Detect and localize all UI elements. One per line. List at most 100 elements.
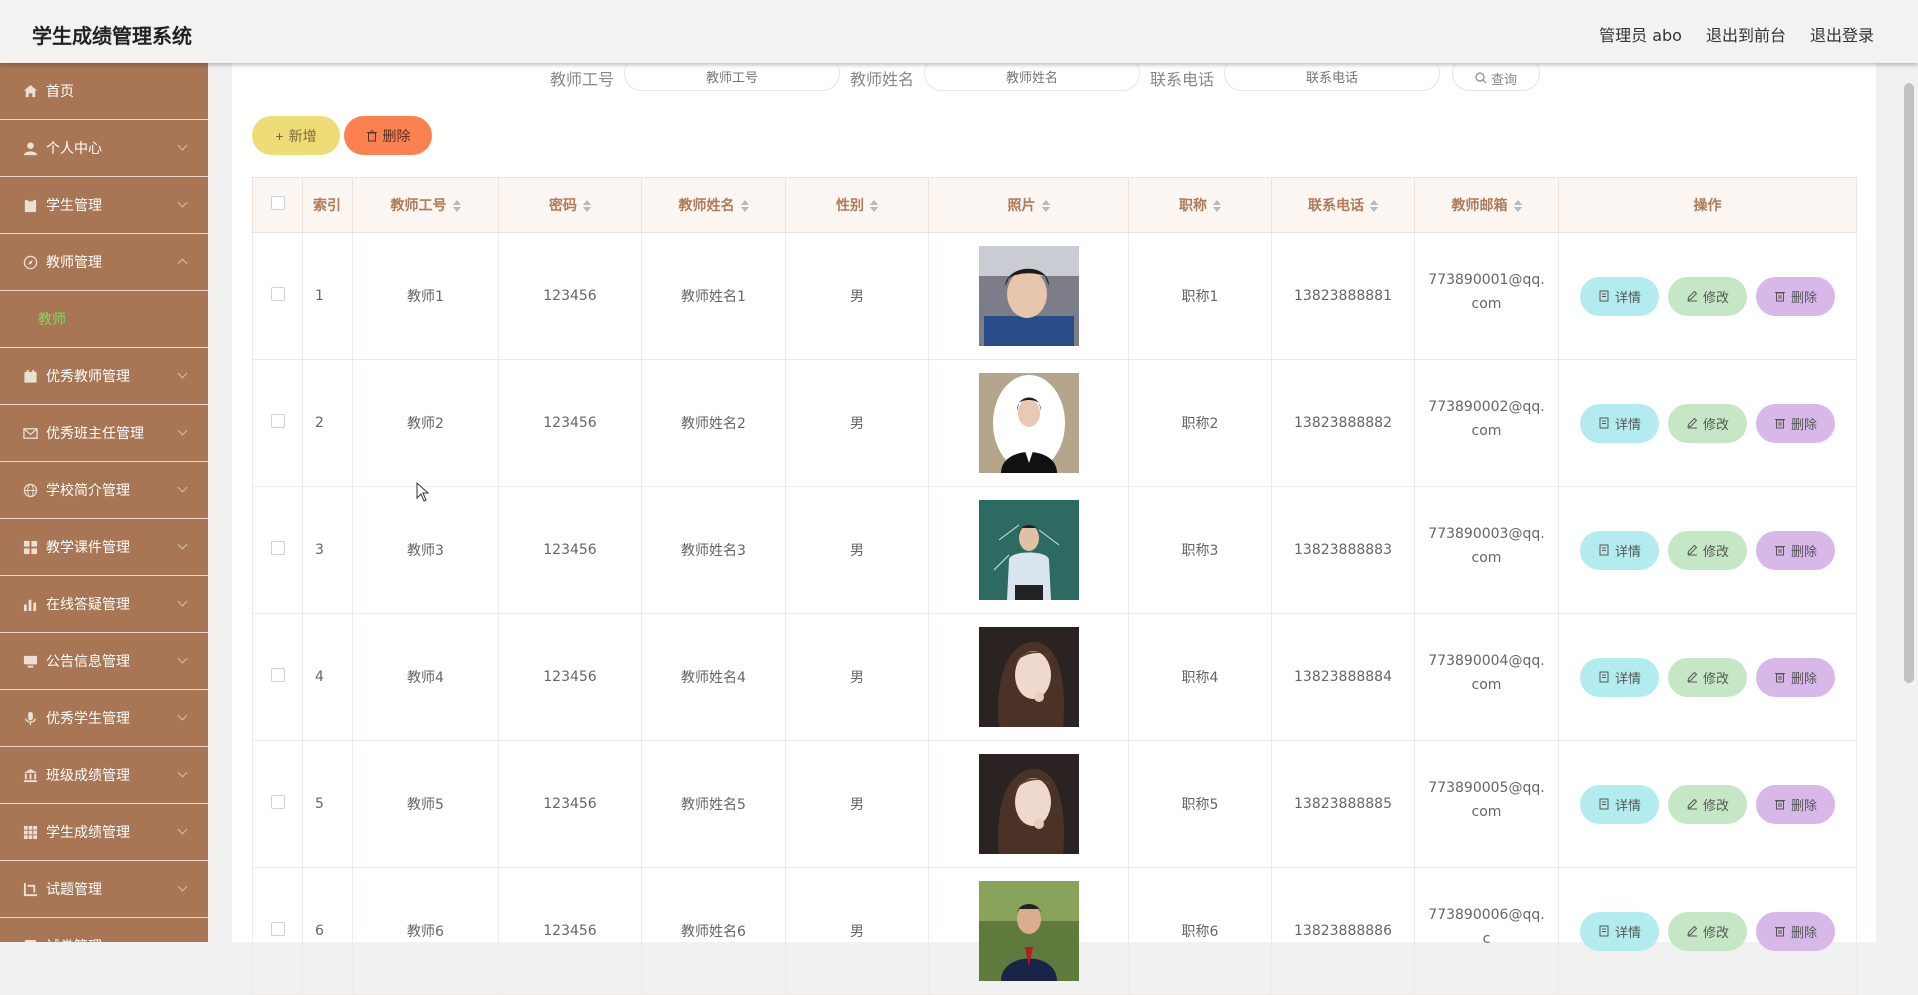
sidebar-item-12[interactable]: 学生成绩管理 xyxy=(0,804,208,861)
edit-button[interactable]: 修改 xyxy=(1668,276,1747,316)
delete-button[interactable]: 删除 xyxy=(1756,276,1835,316)
cell-password: 123456 xyxy=(498,867,642,995)
batch-delete-button[interactable]: 删除 xyxy=(344,116,432,155)
row-select-cell xyxy=(252,613,303,741)
cell-photo xyxy=(928,486,1129,614)
logout-link[interactable]: 退出登录 xyxy=(1810,22,1874,46)
sort-icon[interactable] xyxy=(1370,200,1378,212)
detail-button[interactable]: 详情 xyxy=(1580,911,1659,951)
edit-icon xyxy=(1687,417,1698,429)
sidebar-item-label: 班级成绩管理 xyxy=(46,768,130,784)
sort-icon[interactable] xyxy=(1513,200,1522,212)
table-row: 3 教师3 123456 教师姓名3 男 职称3 13823888883 773890003@… xyxy=(252,486,1857,614)
edit-button[interactable]: 修改 xyxy=(1668,784,1747,824)
edit-button[interactable]: 修改 xyxy=(1668,530,1747,570)
crop-icon xyxy=(22,881,38,897)
column-label: 照片 xyxy=(1007,198,1036,214)
microphone-icon xyxy=(22,710,38,726)
row-checkbox[interactable] xyxy=(270,795,285,809)
back-to-frontend-link[interactable]: 退出到前台 xyxy=(1706,22,1786,46)
column-header-password[interactable]: 密码 xyxy=(498,177,642,233)
cell-operations: 详情 修改 删除 xyxy=(1558,613,1857,741)
column-header-photo[interactable]: 照片 xyxy=(928,177,1129,233)
sidebar-item-label: 公告信息管理 xyxy=(46,654,130,670)
cell-photo xyxy=(928,867,1129,995)
sidebar-item-14[interactable]: 试卷管理 xyxy=(0,918,208,942)
sort-icon[interactable] xyxy=(870,200,878,212)
sidebar-item-2[interactable]: 学生管理 xyxy=(0,177,208,234)
sidebar-item-1[interactable]: 个人中心 xyxy=(0,120,208,177)
row-checkbox[interactable] xyxy=(270,287,285,301)
row-checkbox[interactable] xyxy=(270,541,285,555)
trash-icon xyxy=(1774,292,1785,302)
sidebar-item-3[interactable]: 教师管理 xyxy=(0,234,208,291)
column-header-gender[interactable]: 性别 xyxy=(785,177,929,233)
sidebar-item-5[interactable]: 优秀班主任管理 xyxy=(0,405,208,462)
edit-button[interactable]: 修改 xyxy=(1668,403,1747,443)
cell-email: 773890006@qq.c xyxy=(1414,867,1559,995)
cell-operations: 详情 修改 删除 xyxy=(1558,867,1857,995)
sidebar-item-4[interactable]: 优秀教师管理 xyxy=(0,348,208,405)
sidebar-item-13[interactable]: 试题管理 xyxy=(0,861,208,918)
cell-email: 773890005@qq.com xyxy=(1414,740,1559,868)
sidebar-item-label: 首页 xyxy=(46,84,74,100)
row-checkbox[interactable] xyxy=(270,922,285,936)
sort-icon[interactable] xyxy=(452,200,461,212)
sidebar-item-8[interactable]: 在线答疑管理 xyxy=(0,576,208,633)
delete-button[interactable]: 删除 xyxy=(1756,657,1835,697)
sidebar-item-11[interactable]: 班级成绩管理 xyxy=(0,747,208,804)
cell-operations: 详情 修改 删除 xyxy=(1558,359,1857,487)
sidebar-subitem-teacher[interactable]: 教师 xyxy=(0,291,208,348)
cell-title: 职称5 xyxy=(1128,740,1272,868)
admin-user-link[interactable]: 管理员 abo xyxy=(1599,22,1682,46)
select-all-checkbox[interactable] xyxy=(270,196,285,210)
sidebar-item-9[interactable]: 公告信息管理 xyxy=(0,633,208,690)
column-header-title[interactable]: 职称 xyxy=(1128,177,1272,233)
detail-button[interactable]: 详情 xyxy=(1580,657,1659,697)
column-header-phone[interactable]: 联系电话 xyxy=(1271,177,1415,233)
delete-button[interactable]: 删除 xyxy=(1756,784,1835,824)
row-select-cell xyxy=(252,740,303,868)
sidebar-item-7[interactable]: 教学课件管理 xyxy=(0,519,208,576)
cell-index: 4 xyxy=(302,613,353,741)
detail-button[interactable]: 详情 xyxy=(1580,784,1659,824)
sort-icon[interactable] xyxy=(740,200,749,212)
cell-phone: 13823888884 xyxy=(1271,613,1415,741)
row-checkbox[interactable] xyxy=(270,668,285,682)
column-header-email[interactable]: 教师邮箱 xyxy=(1414,177,1559,233)
detail-button[interactable]: 详情 xyxy=(1580,276,1659,316)
trash-icon xyxy=(1774,800,1785,810)
sidebar-item-10[interactable]: 优秀学生管理 xyxy=(0,690,208,747)
column-header-teacher-name[interactable]: 教师姓名 xyxy=(641,177,786,233)
delete-button[interactable]: 删除 xyxy=(1756,403,1835,443)
sidebar-item-0[interactable]: 首页 xyxy=(0,63,208,120)
detail-button[interactable]: 详情 xyxy=(1580,403,1659,443)
delete-label: 删除 xyxy=(1790,543,1817,559)
delete-button[interactable]: 删除 xyxy=(1756,911,1835,951)
scrollbar-thumb[interactable] xyxy=(1904,83,1914,683)
cell-teacher-name: 教师姓名1 xyxy=(641,232,786,360)
detail-button[interactable]: 详情 xyxy=(1580,530,1659,570)
table-row: 5 教师5 123456 教师姓名5 男 职称5 13823888885 773890005@… xyxy=(252,740,1857,868)
edit-button[interactable]: 修改 xyxy=(1668,657,1747,697)
cell-operations: 详情 修改 删除 xyxy=(1558,232,1857,360)
sort-icon[interactable] xyxy=(1213,200,1221,212)
add-button[interactable]: + 新增 xyxy=(252,116,340,155)
sort-icon[interactable] xyxy=(1041,200,1050,212)
column-header-teacher-id[interactable]: 教师工号 xyxy=(352,177,499,233)
action-buttons: + 新增 删除 xyxy=(252,116,432,155)
bank-icon xyxy=(22,767,38,783)
column-label: 索引 xyxy=(313,198,341,214)
row-checkbox[interactable] xyxy=(270,414,285,428)
compass-icon xyxy=(22,254,38,270)
plus-icon: + xyxy=(275,127,284,144)
cell-teacher-id: 教师5 xyxy=(352,740,499,868)
column-header-index: 索引 xyxy=(302,177,353,233)
edit-button[interactable]: 修改 xyxy=(1668,911,1747,951)
cell-teacher-id: 教师1 xyxy=(352,232,499,360)
edit-icon xyxy=(1687,798,1698,810)
sort-icon[interactable] xyxy=(583,200,591,212)
sidebar-item-6[interactable]: 学校简介管理 xyxy=(0,462,208,519)
delete-button[interactable]: 删除 xyxy=(1756,530,1835,570)
cell-index: 3 xyxy=(302,486,353,614)
